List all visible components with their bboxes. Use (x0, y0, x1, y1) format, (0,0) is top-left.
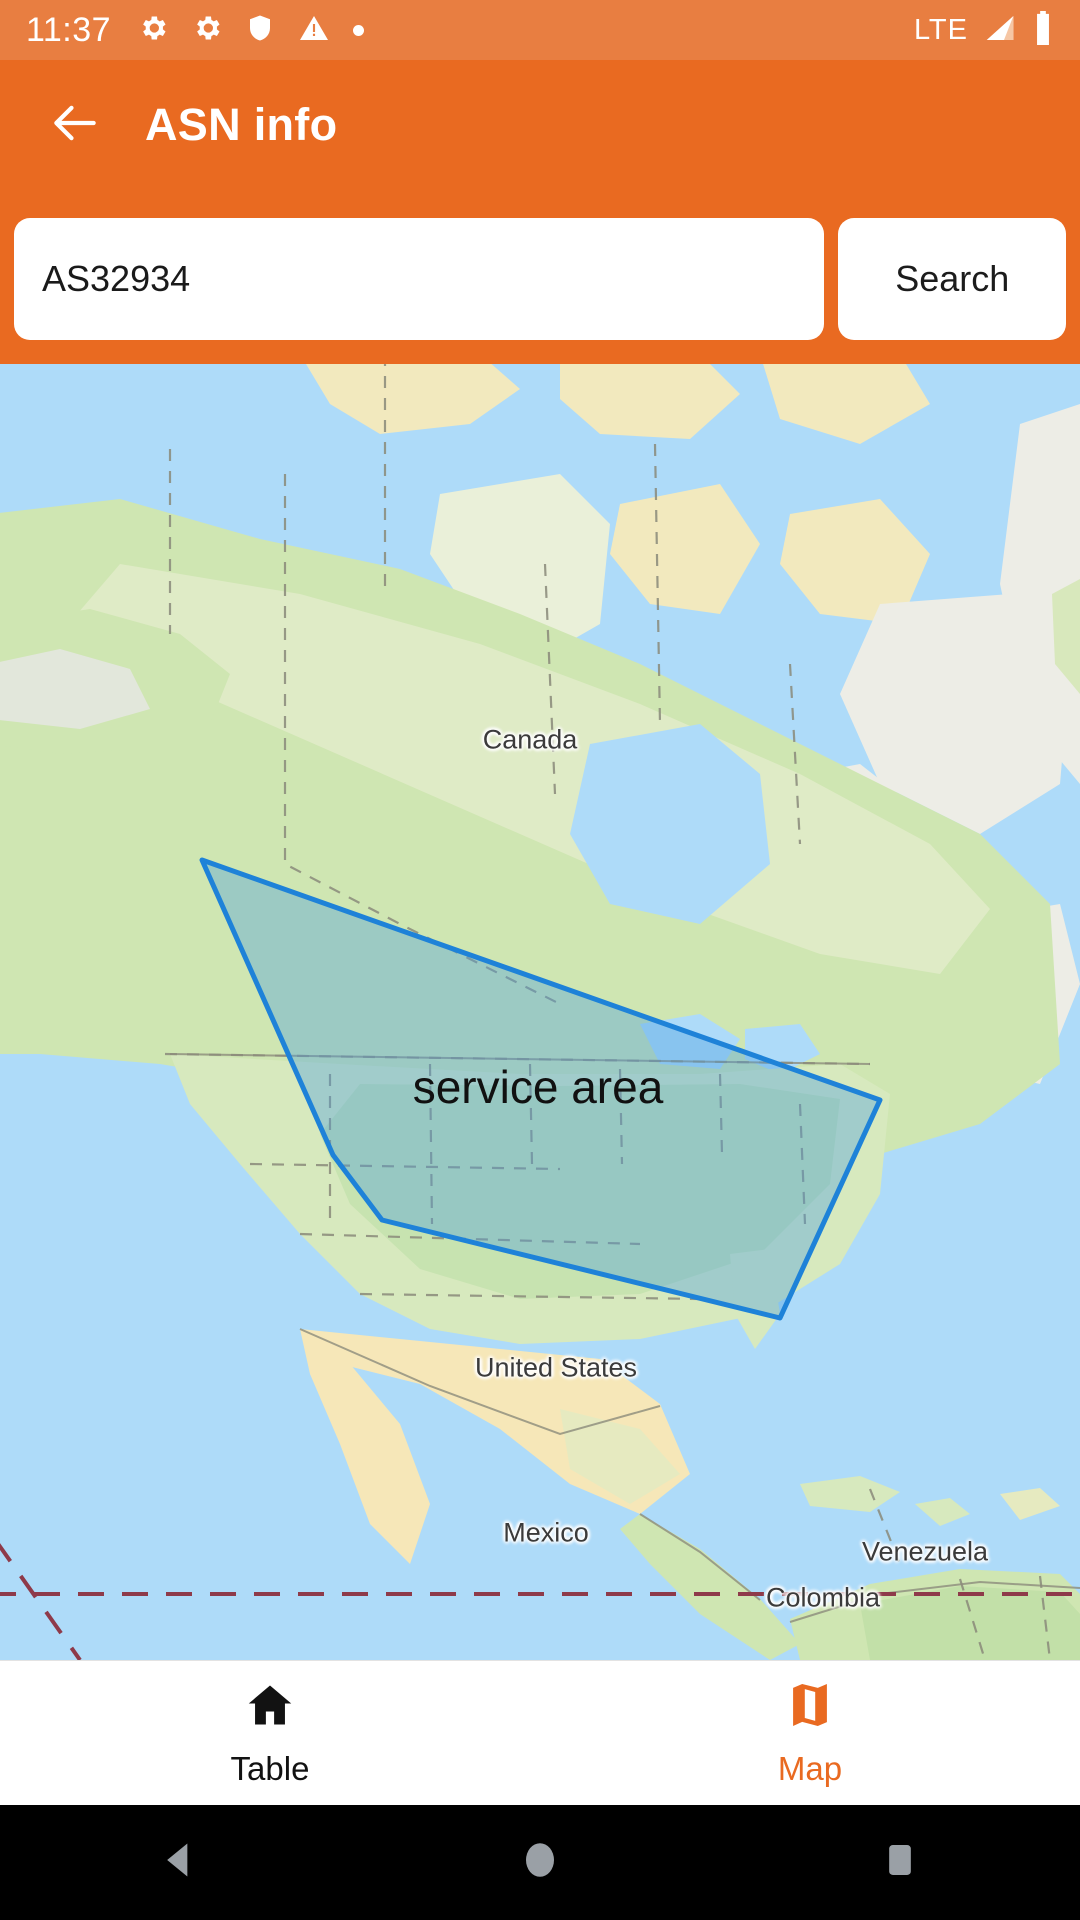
android-back-button[interactable] (90, 1838, 270, 1887)
android-recents-button[interactable] (810, 1840, 990, 1885)
map-label-mexico: Mexico (503, 1517, 589, 1548)
app-bar: ASN info (0, 60, 1080, 190)
page-title: ASN info (145, 99, 338, 150)
tab-table[interactable]: Table (0, 1661, 540, 1805)
network-type-label: LTE (913, 13, 968, 46)
status-bar-system-icons: LTE (913, 10, 1054, 50)
square-recents-icon (880, 1840, 920, 1885)
tab-table-label: Table (230, 1749, 310, 1787)
tab-map-label: Map (777, 1749, 843, 1787)
warning-triangle-icon (297, 12, 331, 49)
shield-icon (245, 12, 275, 49)
dot-icon (353, 24, 365, 36)
gear-icon (191, 12, 223, 49)
map-label-canada: Canada (482, 724, 578, 755)
bottom-navigation: Table Map (0, 1660, 1080, 1805)
android-system-nav (0, 1805, 1080, 1920)
tab-map[interactable]: Map (540, 1661, 1080, 1805)
android-home-button[interactable] (450, 1839, 630, 1886)
search-button[interactable]: Search (838, 218, 1066, 340)
gear-icon (137, 12, 169, 49)
home-icon (244, 1679, 296, 1736)
search-bar: Search (0, 190, 1080, 364)
map-label-venezuela: Venezuela (861, 1536, 989, 1567)
signal-bars-icon (982, 12, 1018, 49)
service-area-label: service area (412, 1061, 664, 1113)
search-input[interactable] (14, 218, 825, 340)
map-label-united-states: United States (474, 1352, 638, 1383)
circle-home-icon (519, 1839, 561, 1886)
battery-icon (1032, 10, 1054, 50)
back-button[interactable] (20, 70, 130, 180)
map-label-colombia: Colombia (765, 1582, 881, 1613)
status-bar-notification-icons (137, 12, 365, 49)
triangle-back-icon (158, 1838, 202, 1887)
phone-screen: 11:37 LTE ASN info AS32934 Search Canada… (0, 0, 1080, 1920)
map-icon (784, 1679, 836, 1736)
map-canvas (0, 364, 1080, 1660)
status-bar-clock: 11:37 (26, 10, 112, 49)
status-bar: 11:37 LTE (0, 0, 1080, 60)
arrow-left-icon (47, 95, 103, 156)
map-view[interactable]: Canada United States Mexico Venezuela Co… (0, 364, 1080, 1660)
